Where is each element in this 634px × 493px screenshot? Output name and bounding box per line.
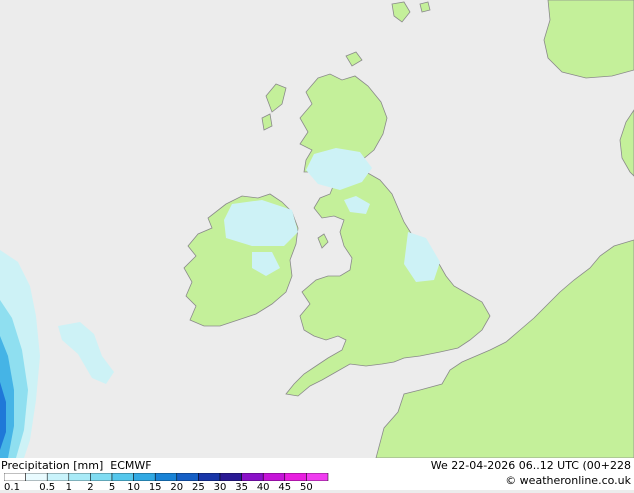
scale-swatch	[25, 473, 48, 481]
scale-swatch	[46, 473, 70, 481]
scale-tick-label: 10	[127, 482, 140, 493]
scale-tick-label: 20	[170, 482, 184, 493]
norway-landmass	[543, 0, 634, 79]
scale-swatch	[111, 473, 134, 481]
scale-swatch	[176, 473, 199, 481]
scale-tick-label: 2	[87, 482, 94, 493]
model-name: ECMWF	[110, 459, 152, 472]
scale-tick-label: 0.5	[39, 482, 56, 493]
scale-swatch	[284, 473, 307, 481]
scale-swatch	[262, 473, 286, 481]
credit: © weatheronline.co.uk	[505, 474, 631, 487]
scale-tick-label: 1	[65, 482, 72, 493]
scale-tick-label: 45	[278, 482, 292, 493]
scale-tick-label: 0.1	[4, 482, 20, 493]
scale-swatch	[90, 473, 113, 481]
scale-tick-label: 30	[213, 482, 227, 493]
scale-tick-label: 25	[192, 482, 205, 493]
scale-tick-label: 50	[300, 482, 313, 493]
scale-swatch	[68, 473, 91, 481]
scale-swatch	[133, 473, 156, 481]
scale-swatch	[241, 473, 264, 481]
legend-title-line: Precipitation [mm] ECMWF	[1, 459, 152, 472]
legend-title: Precipitation [mm]	[1, 459, 104, 472]
scale-tick-label: 15	[148, 482, 162, 493]
scale-swatch	[4, 473, 26, 481]
precipitation-map	[0, 0, 634, 458]
scale-swatch	[306, 473, 329, 481]
scale-swatch	[198, 473, 221, 481]
scale-swatch	[219, 473, 242, 481]
map-canvas	[0, 0, 634, 458]
scale-tick-label: 35	[235, 482, 248, 493]
color-scale	[4, 473, 329, 481]
valid-time: We 22-04-2026 06..12 UTC (00+228	[430, 459, 631, 472]
scale-tick-label: 5	[108, 482, 116, 493]
scale-swatch	[154, 473, 178, 481]
scale-tick-label: 40	[256, 482, 270, 493]
legend-bar: Precipitation [mm] ECMWF We 22-04-2026 0…	[0, 458, 634, 493]
